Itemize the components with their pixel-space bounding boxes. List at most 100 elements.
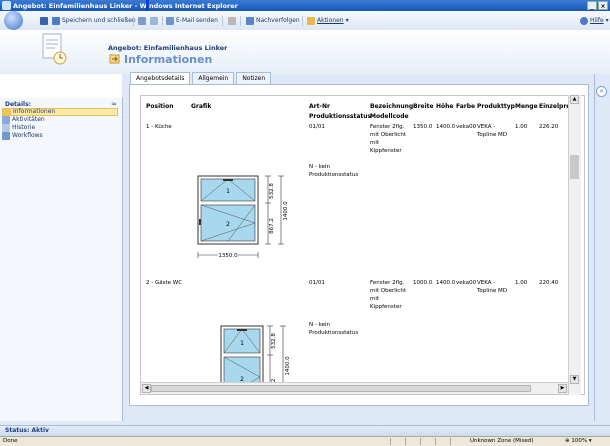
row2-produkttyp: VEKA - Topline MD — [477, 280, 507, 294]
row2-breite: 1000.0 — [413, 280, 433, 286]
tab-allgemein[interactable]: Allgemein — [192, 72, 235, 84]
row2-einzelpreis: 220.40 — [539, 280, 559, 286]
expand-panel-icon[interactable]: « — [596, 86, 607, 97]
side-panel-strip — [594, 74, 610, 421]
col-header-menge: Menge — [515, 103, 538, 110]
save-icon-button[interactable] — [40, 16, 48, 26]
collapse-icon[interactable]: ≈ — [111, 100, 117, 108]
vertical-scrollbar[interactable]: ▲ ▼ — [568, 95, 581, 395]
status-cell — [435, 438, 450, 445]
minimize-button[interactable]: _ — [587, 1, 597, 10]
toolbar-separator — [222, 16, 223, 26]
col-header-farbe: Farbe — [456, 103, 476, 110]
col-header-einzelpreis: Einzelpre — [539, 103, 571, 110]
scroll-left-icon[interactable]: ◀ — [142, 384, 151, 393]
nav-header-spacer — [0, 74, 122, 98]
command-toolbar: Speichern und schließen E-Mail senden Na… — [0, 11, 610, 31]
status-cell — [405, 438, 420, 445]
toolbar-separator — [240, 16, 241, 26]
toolbar-separator — [133, 16, 134, 26]
row2-hoehe: 1400.0 — [436, 280, 456, 286]
tab-notizen[interactable]: Notizen — [236, 72, 272, 84]
actions-icon — [307, 17, 315, 25]
print-button[interactable] — [138, 16, 146, 26]
row2-menge: 1.00 — [515, 280, 528, 286]
help-button[interactable]: Hilfe ▾ — [580, 16, 609, 26]
delete-button[interactable] — [228, 16, 236, 26]
status-cell — [450, 438, 465, 445]
col-header-bezeichnung: Bezeichnung — [370, 103, 414, 110]
nav-item-informationen[interactable]: Informationen — [2, 108, 118, 116]
scroll-up-icon[interactable]: ▲ — [570, 95, 579, 104]
form-header — [0, 30, 610, 74]
print-icon — [138, 17, 146, 25]
help-label: Hilfe — [590, 17, 604, 24]
col-header-modellcode: Modellcode — [370, 113, 409, 120]
pane-number: 2 — [226, 221, 230, 228]
crm-logo-icon — [4, 11, 23, 30]
dim-total: 1400.0 — [283, 201, 289, 221]
scroll-down-icon[interactable]: ▼ — [570, 375, 579, 384]
email-icon — [166, 17, 174, 25]
ie-icon — [2, 1, 11, 10]
chevron-down-icon: ▾ — [345, 17, 349, 24]
nav-item-workflows[interactable]: Workflows — [2, 132, 118, 140]
status-cell — [390, 438, 405, 445]
row2-position: 2 - Gäste WC — [146, 280, 183, 286]
attach-button[interactable] — [150, 16, 158, 26]
nav-item-historie[interactable]: Historie — [2, 124, 118, 132]
col-header-art-nr: Art-Nr — [309, 103, 330, 110]
toolbar-separator — [162, 16, 163, 26]
dim-bottom: 867.2 — [269, 218, 275, 234]
follow-up-icon — [246, 17, 254, 25]
save-close-label: Speichern und schließen — [62, 17, 136, 24]
nav-item-label: Workflows — [12, 132, 43, 139]
dim-top: 532.8 — [269, 183, 275, 199]
dim-width: 1350.0 — [218, 253, 238, 259]
col-header-breite: Breite — [413, 103, 434, 110]
nav-item-aktivitaeten[interactable]: Aktivitäten — [2, 116, 118, 124]
email-button[interactable]: E-Mail senden — [166, 16, 218, 26]
dim-total: 1400.0 — [285, 356, 291, 376]
details-nav — [0, 98, 123, 421]
row2-bezeichnung: Fenster 2flg. mit Oberlicht mit Kippfens… — [370, 280, 406, 310]
row1-status: N - kein Produktionsstatus — [309, 164, 359, 178]
scroll-thumb[interactable] — [151, 385, 531, 392]
chevron-down-icon: ▾ — [605, 17, 609, 24]
entity-name: Angebot: Einfamilienhaus Linker — [108, 44, 228, 52]
row2-art-nr: 01/01 — [309, 280, 325, 286]
col-header-hoehe: Höhe — [436, 103, 454, 110]
row1-art-nr: 01/01 — [309, 124, 325, 130]
close-button[interactable]: × — [598, 1, 608, 10]
col-header-produktionsstatus: Produktionsstatus — [309, 113, 372, 120]
window-drawing-1: 1 2 532.8 867.2 1400.0 1350.0 — [197, 175, 289, 259]
horizontal-scrollbar[interactable]: ◀ ▶ — [141, 382, 568, 394]
quote-details-grid: Position Grafik Art-Nr Produktionsstatus… — [140, 95, 585, 395]
follow-up-button[interactable]: Nachverfolgen — [246, 16, 300, 26]
trash-icon — [228, 17, 236, 25]
row2-farbe: veka00 — [456, 280, 477, 286]
nav-item-label: Historie — [12, 124, 36, 131]
nav-item-label: Informationen — [13, 108, 56, 115]
col-header-grafik: Grafik — [191, 103, 212, 110]
actions-label: Aktionen — [317, 17, 344, 24]
row1-produkttyp: VEKA - Topline MD — [477, 124, 507, 138]
row1-einzelpreis: 226.20 — [539, 124, 559, 130]
scroll-thumb[interactable] — [570, 155, 579, 179]
record-status: Status: Aktiv — [5, 427, 49, 434]
col-header-position: Position — [146, 103, 174, 110]
workflow-icon — [2, 132, 10, 140]
window-title-bar: Angebot: Einfamilienhaus Linker - Window… — [0, 0, 610, 11]
floppy-save-icon — [40, 17, 48, 25]
quote-document-icon — [42, 33, 67, 65]
save-close-icon — [52, 17, 60, 25]
history-icon — [2, 124, 10, 132]
save-close-button[interactable]: Speichern und schließen — [52, 16, 136, 26]
col-header-produkttyp: Produkttyp — [477, 103, 515, 110]
page-arrow-icon — [109, 54, 120, 64]
activity-icon — [2, 116, 10, 124]
actions-button[interactable]: Aktionen ▾ — [307, 16, 349, 26]
pane-number: 1 — [226, 188, 230, 195]
follow-up-label: Nachverfolgen — [256, 17, 300, 24]
scroll-right-icon[interactable]: ▶ — [558, 384, 567, 393]
